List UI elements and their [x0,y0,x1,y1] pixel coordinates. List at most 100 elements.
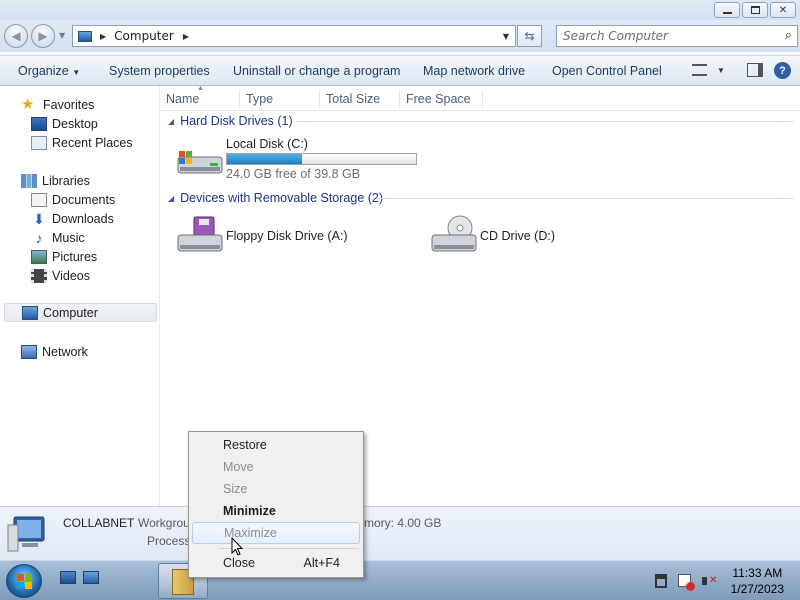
back-arrow-icon: ◀ [11,29,21,43]
show-desktop-quicklaunch-icon[interactable] [60,571,76,584]
floppy-drive-icon [176,215,224,257]
search-icon: ⌕ [784,28,792,43]
cd-drive-icon [430,215,478,257]
recent-pages-dropdown-icon[interactable]: ▼ [59,31,65,40]
nav-recent-places[interactable]: Recent Places [31,133,133,152]
forward-button[interactable]: ▶ [31,24,55,48]
network-icon [21,344,37,359]
drive-local-disk-c-free-space: 24.0 GB free of 39.8 GB [226,167,361,181]
minimize-icon [722,12,732,14]
nav-downloads-label: Downloads [52,211,114,226]
command-bar: Organize ▼ System properties Uninstall o… [0,55,800,86]
column-divider[interactable] [482,90,483,108]
nav-music[interactable]: ♪ Music [31,228,85,247]
capacity-bar-fill [227,154,303,164]
speaker-muted-icon[interactable]: ✕ [701,573,717,589]
breadcrumb-chevron-icon[interactable]: ▶ [183,32,189,41]
help-icon[interactable]: ? [774,62,791,79]
views-icon[interactable] [692,64,707,76]
organize-label: Organize [18,64,69,78]
details-workgroup-label: Workgrou [138,516,190,530]
group-removable-storage[interactable]: ◢ Devices with Removable Storage (2) [168,189,383,207]
map-network-drive-button[interactable]: Map network drive [423,64,525,78]
search-input[interactable]: Search Computer ⌕ [556,25,798,47]
refresh-button[interactable]: ⇆ [517,25,542,47]
nav-computer-label: Computer [43,305,98,320]
preview-pane-icon[interactable] [747,63,763,77]
menu-item-restore[interactable]: Restore [192,434,360,456]
network-tray-icon[interactable] [653,573,669,589]
close-icon: ✕ [778,4,788,16]
drive-cd-d-name: CD Drive (D:) [480,229,555,243]
open-control-panel-button[interactable]: Open Control Panel [552,64,662,78]
recent-places-icon [31,135,47,150]
system-properties-button[interactable]: System properties [109,64,210,78]
nav-videos[interactable]: Videos [31,266,90,285]
restore-button[interactable] [742,2,768,18]
drive-local-disk-c[interactable]: Local Disk (C:) 24.0 GB free of 39.8 GB [174,137,434,187]
collapse-triangle-icon: ◢ [168,193,175,203]
nav-documents-label: Documents [52,192,116,207]
back-button[interactable]: ◀ [4,24,28,48]
system-clock[interactable]: 11:33 AM 1/27/2023 [731,565,784,597]
nav-pictures[interactable]: Pictures [31,247,97,266]
group-removable-storage-label: Devices with Removable Storage (2) [180,191,384,205]
column-type[interactable]: Type [246,92,273,106]
column-divider[interactable] [319,90,320,108]
close-button[interactable]: ✕ [770,2,796,18]
column-total-size[interactable]: Total Size [326,92,380,106]
nav-videos-label: Videos [52,268,90,283]
drive-floppy-a[interactable]: Floppy Disk Drive (A:) [174,213,374,259]
column-divider[interactable] [399,90,400,108]
address-dropdown-icon[interactable]: ▼ [503,32,509,41]
nav-network[interactable]: Network [21,342,88,361]
nav-downloads[interactable]: ⬇ Downloads [31,209,114,228]
column-name[interactable]: Name [166,92,199,106]
column-divider[interactable] [239,90,240,108]
details-memory-label: mory: 4.00 GB [364,516,442,530]
nav-favorites-label: Favorites [43,97,95,112]
nav-recent-places-label: Recent Places [52,135,133,150]
drive-cd-d[interactable]: CD Drive (D:) [428,213,628,259]
details-pane: COLLABNET Workgrou mory: 4.00 GB Process [0,506,800,560]
nav-documents[interactable]: Documents [31,190,115,209]
nav-desktop[interactable]: Desktop [31,114,98,133]
menu-item-close[interactable]: Close Alt+F4 [192,552,360,574]
details-processor-label: Process [147,534,191,548]
menu-item-move[interactable]: Move [192,456,360,478]
download-arrow-icon: ⬇ [33,210,45,227]
restore-icon [750,6,760,14]
column-free-space[interactable]: Free Space [406,92,471,106]
switch-windows-quicklaunch-icon[interactable] [83,571,99,584]
window-system-menu: Restore Move Size Minimize Maximize Clos… [188,431,364,578]
menu-item-minimize[interactable]: Minimize [192,500,360,522]
breadcrumb-chevron-icon: ▶ [100,31,107,41]
nav-favorites[interactable]: ★ Favorites [21,95,94,114]
menu-item-maximize[interactable]: Maximize [192,522,360,544]
minimize-button[interactable] [714,2,740,18]
computer-small-icon [78,30,92,42]
documents-icon [31,192,47,207]
breadcrumb-computer[interactable]: Computer [114,29,174,43]
menu-item-size[interactable]: Size [192,478,360,500]
hard-disk-icon [176,149,224,177]
address-bar[interactable]: ▶ Computer ▶ ▼ [72,25,516,47]
windows-logo-icon [16,573,32,589]
group-divider [294,121,794,122]
nav-music-label: Music [52,230,85,245]
nav-pictures-label: Pictures [52,249,98,264]
group-hard-disk-drives[interactable]: ◢ Hard Disk Drives (1) [168,112,293,130]
film-icon [31,268,47,283]
details-computer-name: COLLABNET [63,516,135,530]
views-dropdown-icon[interactable]: ▼ [717,66,725,75]
clock-date: 1/27/2023 [730,582,784,596]
start-button[interactable] [6,564,42,598]
organize-button[interactable]: Organize ▼ [18,64,80,78]
nav-libraries[interactable]: Libraries [21,171,90,190]
music-note-icon: ♪ [35,229,43,246]
nav-computer[interactable]: Computer [4,303,157,322]
computer-icon [22,305,38,320]
menu-item-close-label: Close [223,556,255,570]
uninstall-program-button[interactable]: Uninstall or change a program [233,64,400,78]
action-center-flag-icon[interactable] [677,573,695,591]
